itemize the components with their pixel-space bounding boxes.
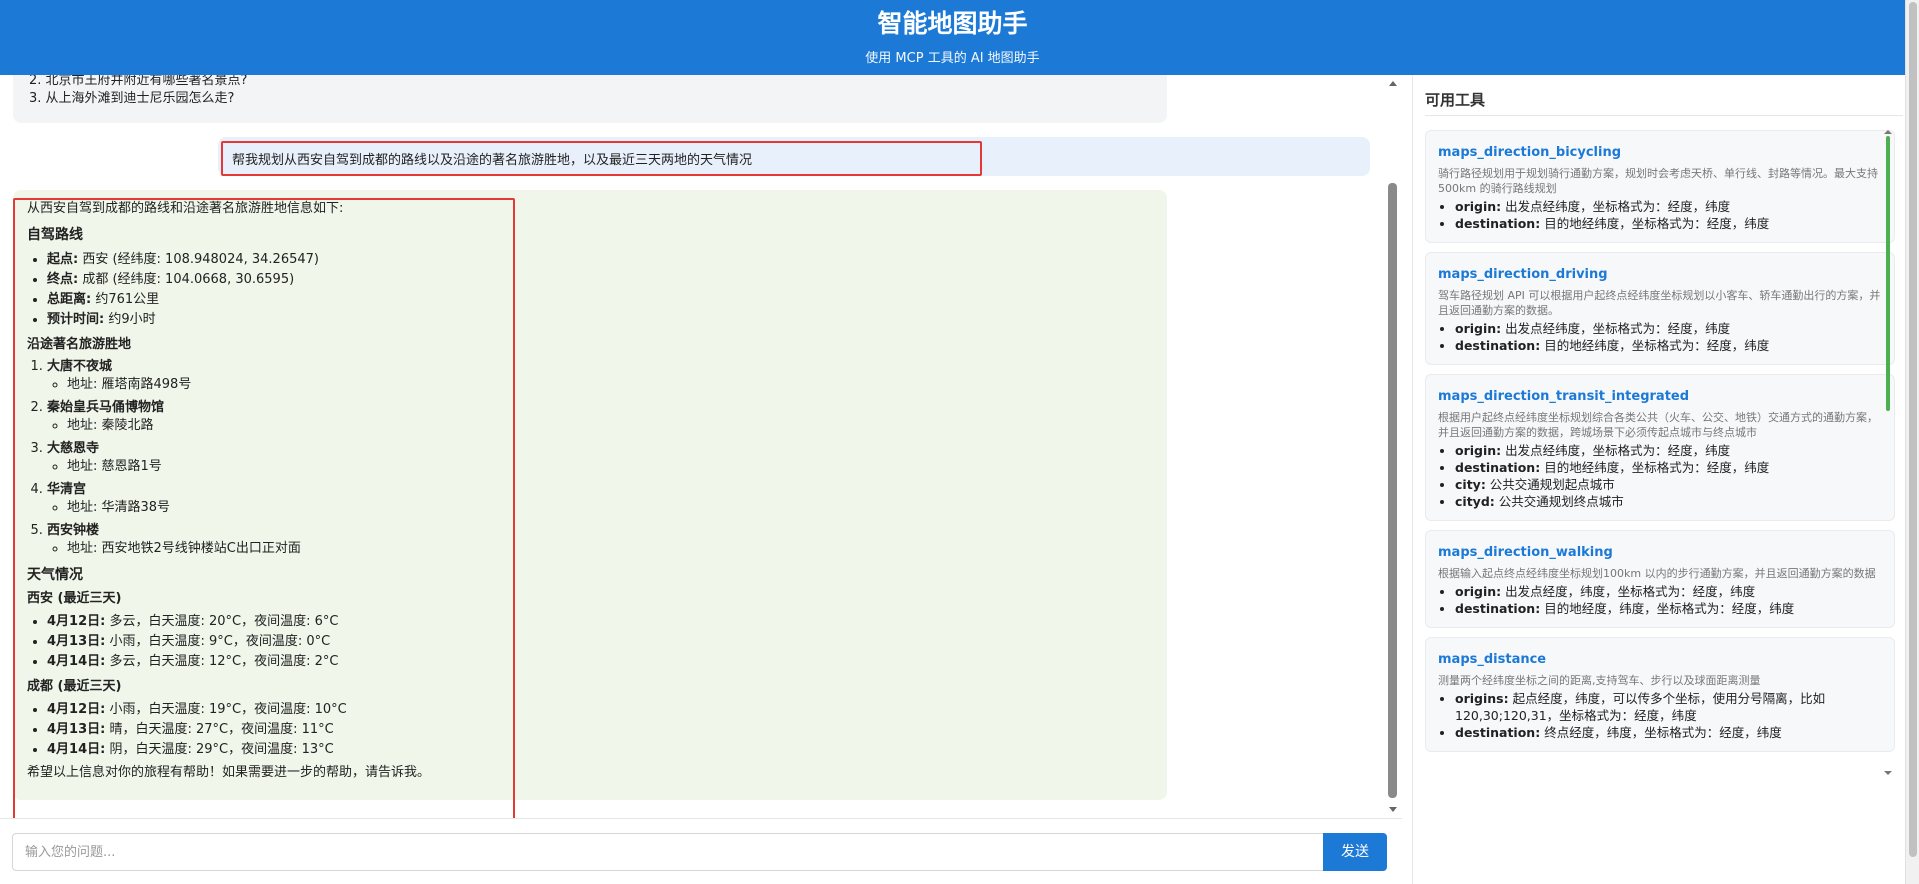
xian-weather-heading: 西安 (最近三天) [27, 591, 122, 606]
site-item: 秦始皇兵马俑博物馆地址: 秦陵北路 [47, 399, 1153, 435]
tool-param: destination: 目的地经纬度，坐标格式为：经度，纬度 [1455, 215, 1882, 232]
send-button[interactable]: 发送 [1323, 833, 1387, 871]
tool-name: maps_direction_driving [1438, 267, 1608, 282]
tool-param: origin: 出发点经纬度，坐标格式为：经度，纬度 [1455, 320, 1882, 337]
tool-card[interactable]: maps_direction_transit_integrated 根据用户起终… [1425, 374, 1895, 521]
site-address: 地址: 华清路38号 [67, 499, 1153, 517]
chat-scrollbar[interactable] [1386, 75, 1400, 818]
divider [1425, 115, 1903, 116]
route-item: 总距离: 约761公里 [47, 290, 1153, 310]
app-header: 智能地图助手 使用 MCP 工具的 AI 地图助手 [0, 0, 1905, 75]
example-question: 3. 从上海外滩到迪士尼乐园怎么走? [29, 91, 235, 106]
app-title: 智能地图助手 [877, 9, 1028, 38]
tool-description: 根据输入起点终点经纬度坐标规划100km 以内的步行通勤方案，并且返回通勤方案的… [1438, 567, 1876, 580]
tools-scrollbar[interactable] [1884, 130, 1892, 775]
scroll-up-icon[interactable] [1389, 81, 1397, 86]
route-list: 起点: 西安 (经纬度: 108.948024, 34.26547) 终点: 成… [47, 250, 1153, 330]
tool-name: maps_direction_bicycling [1438, 145, 1622, 160]
tool-card[interactable]: maps_distance 测量两个经纬度坐标之间的距离,支持驾车、步行以及球面… [1425, 637, 1895, 752]
tool-description: 根据用户起终点经纬度坐标规划综合各类公共（火车、公交、地铁）交通方式的通勤方案，… [1438, 411, 1878, 439]
tool-card[interactable]: maps_direction_bicycling 骑行路径规划用于规划骑行通勤方… [1425, 130, 1895, 243]
tools-sidebar: 可用工具 maps_direction_bicycling 骑行路径规划用于规划… [1412, 75, 1904, 884]
site-address: 地址: 西安地铁2号线钟楼站C出口正对面 [67, 540, 1153, 558]
app-subtitle: 使用 MCP 工具的 AI 地图助手 [865, 51, 1040, 66]
tools-list[interactable]: maps_direction_bicycling 骑行路径规划用于规划骑行通勤方… [1425, 130, 1895, 845]
tool-description: 骑行路径规划用于规划骑行通勤方案，规划时会考虑天桥、单行线、封路等情况。最大支持… [1438, 167, 1878, 195]
tools-title: 可用工具 [1425, 91, 1486, 109]
site-address: 地址: 秦陵北路 [67, 417, 1153, 435]
tool-card[interactable]: maps_direction_walking 根据输入起点终点经纬度坐标规划10… [1425, 530, 1895, 628]
previous-assistant-message: 2. 北京市王府井附近有哪些著名景点? 3. 从上海外滩到迪士尼乐园怎么走? [13, 75, 1167, 123]
site-address: 地址: 慈恩路1号 [67, 458, 1153, 476]
scroll-down-icon[interactable] [1884, 771, 1892, 775]
tool-param: origins: 起点经度，纬度，可以传多个坐标，使用分号隔离，比如120,30… [1455, 690, 1882, 724]
tool-param: origin: 出发点经度，纬度，坐标格式为：经度，纬度 [1455, 583, 1882, 600]
sites-list: 大唐不夜城地址: 雁塔南路498号 秦始皇兵马俑博物馆地址: 秦陵北路 大慈恩寺… [47, 358, 1153, 558]
tool-param: destination: 终点经度，纬度，坐标格式为：经度，纬度 [1455, 724, 1882, 741]
chat-panel: 2. 北京市王府井附近有哪些著名景点? 3. 从上海外滩到迪士尼乐园怎么走? 帮… [0, 75, 1402, 818]
chengdu-weather-heading: 成都 (最近三天) [27, 679, 122, 694]
user-message: 帮我规划从西安自驾到成都的路线以及沿途的著名旅游胜地，以及最近三天两地的天气情况 [218, 137, 1370, 176]
example-question: 2. 北京市王府井附近有哪些著名景点? [29, 75, 248, 88]
question-input[interactable] [12, 833, 1324, 871]
route-item: 终点: 成都 (经纬度: 104.0668, 30.6595) [47, 270, 1153, 290]
sites-heading: 沿途著名旅游胜地 [27, 337, 132, 352]
tool-card[interactable]: maps_direction_driving 驾车路径规划 API 可以根据用户… [1425, 252, 1895, 365]
route-item: 预计时间: 约9小时 [47, 310, 1153, 330]
site-item: 华清宫地址: 华清路38号 [47, 481, 1153, 517]
route-item: 起点: 西安 (经纬度: 108.948024, 34.26547) [47, 250, 1153, 270]
tool-param: destination: 目的地经纬度，坐标格式为：经度，纬度 [1455, 337, 1882, 354]
tool-param: destination: 目的地经纬度，坐标格式为：经度，纬度 [1455, 459, 1882, 476]
input-bar: 发送 [0, 818, 1402, 884]
tool-param: origin: 出发点经纬度，坐标格式为：经度，纬度 [1455, 442, 1882, 459]
weather-item: 4月13日: 小雨，白天温度: 9°C，夜间温度: 0°C [47, 632, 1153, 652]
tool-param: city: 公共交通规划起点城市 [1455, 476, 1882, 493]
user-message-text: 帮我规划从西安自驾到成都的路线以及沿途的著名旅游胜地，以及最近三天两地的天气情况 [232, 153, 753, 168]
scroll-down-icon[interactable] [1389, 807, 1397, 812]
reply-closing: 希望以上信息对你的旅程有帮助！如果需要进一步的帮助，请告诉我。 [27, 765, 431, 780]
xian-weather-list: 4月12日: 多云，白天温度: 20°C，夜间温度: 6°C 4月13日: 小雨… [47, 612, 1153, 672]
tool-name: maps_direction_transit_integrated [1438, 389, 1690, 404]
tool-name: maps_direction_walking [1438, 545, 1613, 560]
weather-item: 4月14日: 多云，白天温度: 12°C，夜间温度: 2°C [47, 652, 1153, 672]
site-item: 西安钟楼地址: 西安地铁2号线钟楼站C出口正对面 [47, 522, 1153, 558]
assistant-message: 从西安自驾到成都的路线和沿途著名旅游胜地信息如下: 自驾路线 起点: 西安 (经… [13, 190, 1167, 800]
chengdu-weather-list: 4月12日: 小雨，白天温度: 19°C，夜间温度: 10°C 4月13日: 晴… [47, 700, 1153, 760]
page-scrollbar[interactable] [1905, 0, 1919, 884]
tool-description: 驾车路径规划 API 可以根据用户起终点经纬度坐标规划以小客车、轿车通勤出行的方… [1438, 289, 1881, 317]
tools-scrollbar-thumb[interactable] [1886, 136, 1890, 411]
tool-param: cityd: 公共交通规划终点城市 [1455, 493, 1882, 510]
site-item: 大慈恩寺地址: 慈恩路1号 [47, 440, 1153, 476]
chat-scrollbar-thumb[interactable] [1388, 183, 1397, 798]
weather-heading: 天气情况 [27, 567, 83, 583]
site-address: 地址: 雁塔南路498号 [67, 376, 1153, 394]
weather-item: 4月13日: 晴，白天温度: 27°C，夜间温度: 11°C [47, 720, 1153, 740]
tool-param: origin: 出发点经纬度，坐标格式为：经度，纬度 [1455, 198, 1882, 215]
weather-item: 4月12日: 小雨，白天温度: 19°C，夜间温度: 10°C [47, 700, 1153, 720]
reply-intro: 从西安自驾到成都的路线和沿途著名旅游胜地信息如下: [27, 201, 344, 216]
route-heading: 自驾路线 [27, 227, 83, 243]
tool-description: 测量两个经纬度坐标之间的距离,支持驾车、步行以及球面距离测量 [1438, 674, 1761, 687]
weather-item: 4月14日: 阴，白天温度: 29°C，夜间温度: 13°C [47, 740, 1153, 760]
tool-name: maps_distance [1438, 652, 1547, 667]
scroll-up-icon[interactable] [1884, 130, 1892, 134]
weather-item: 4月12日: 多云，白天温度: 20°C，夜间温度: 6°C [47, 612, 1153, 632]
tool-param: destination: 目的地经度，纬度，坐标格式为：经度，纬度 [1455, 600, 1882, 617]
page-scrollbar-thumb[interactable] [1909, 2, 1917, 857]
site-item: 大唐不夜城地址: 雁塔南路498号 [47, 358, 1153, 394]
